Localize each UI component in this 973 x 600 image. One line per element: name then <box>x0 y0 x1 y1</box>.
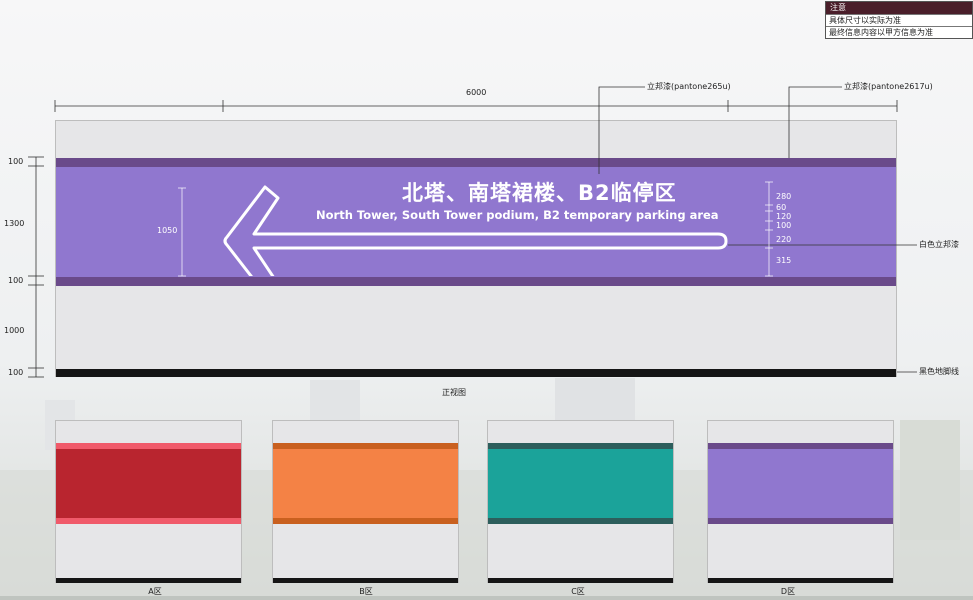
zone-a-panel <box>55 420 242 583</box>
zone-c-panel <box>487 420 674 583</box>
zone-d-bottom-stripe <box>708 518 893 524</box>
zone-d-panel <box>707 420 894 583</box>
arrow-height-label: 1050 <box>157 226 178 235</box>
text-dim-315: 315 <box>776 256 792 265</box>
height-dim-baseboard: 100 <box>8 368 24 377</box>
text-dim-280: 280 <box>776 192 792 201</box>
text-dim-120: 120 <box>776 212 792 221</box>
text-dim-100: 100 <box>776 221 792 230</box>
callout-paint-stripe: 立邦漆(pantone2617u) <box>844 82 933 91</box>
zone-b-panel <box>272 420 459 583</box>
zone-d-baseboard <box>708 578 893 583</box>
zone-a-bottom-stripe <box>56 518 241 524</box>
zone-c-label: C区 <box>571 587 585 596</box>
zone-a-label: A区 <box>148 587 162 596</box>
width-dimension-label: 6000 <box>466 88 487 97</box>
zone-b-label: B区 <box>359 587 373 596</box>
text-dim-220: 220 <box>776 235 792 244</box>
zone-b-bottom-stripe <box>273 518 458 524</box>
callout-paint-main: 立邦漆(pantone265u) <box>647 82 731 91</box>
callout-white-paint: 白色立邦漆 <box>919 240 959 249</box>
zone-b-baseboard <box>273 578 458 583</box>
zone-c-main-band <box>488 449 673 518</box>
zone-d-main-band <box>708 449 893 518</box>
zone-b-main-band <box>273 449 458 518</box>
zone-a-baseboard <box>56 578 241 583</box>
zone-c-baseboard <box>488 578 673 583</box>
callout-baseboard: 黑色地脚线 <box>919 367 959 376</box>
height-dim-top-stripe: 100 <box>8 157 24 166</box>
text-dim-60: 60 <box>776 203 787 212</box>
height-dim-lower-wall: 1000 <box>4 326 25 335</box>
height-dim-band: 1300 <box>4 219 25 228</box>
zone-d-label: D区 <box>780 587 796 596</box>
height-dim-bottom-stripe: 100 <box>8 276 24 285</box>
zone-a-main-band <box>56 449 241 518</box>
zone-c-bottom-stripe <box>488 518 673 524</box>
front-view-caption: 正视图 <box>442 388 466 397</box>
